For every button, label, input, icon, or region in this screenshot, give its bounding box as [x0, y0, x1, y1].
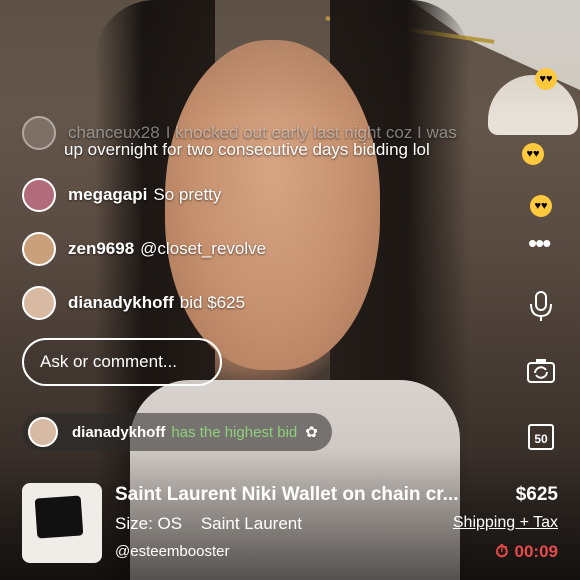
microphone-icon[interactable] [528, 290, 554, 327]
quick-bid-amount: 50 [534, 432, 548, 446]
comment-text: up overnight for two consecutive days bi… [64, 140, 430, 159]
avatar [22, 116, 56, 150]
comment-user: zen9698 [68, 239, 135, 258]
comment-user: megagapi [68, 185, 148, 204]
product-price: $625 [515, 484, 558, 505]
product-brand: Saint Laurent [200, 514, 302, 533]
countdown-timer: ⏱ 00:09 [495, 542, 558, 562]
avatar [22, 232, 56, 266]
countdown-value: 00:09 [514, 542, 558, 561]
more-options-icon[interactable]: ••• [528, 228, 551, 259]
live-stream-view: chanceux28 I knocked out early last nigh… [0, 0, 580, 580]
heart-eyes-emoji-icon: ♥♥ [535, 68, 557, 90]
heart-eyes-emoji-icon: ♥♥ [530, 195, 552, 217]
highest-bid-banner: dianadykhoff has the highest bid ✿ [22, 413, 332, 451]
comment-text: So pretty [153, 185, 222, 204]
comment-row: dianadykhoff bid $625 [22, 286, 245, 320]
avatar [28, 417, 58, 447]
seller-handle[interactable]: @esteembooster [115, 543, 229, 560]
product-size: Size: OS [115, 514, 183, 533]
avatar [22, 178, 56, 212]
top-gradient [0, 0, 580, 120]
quick-bid-button[interactable]: 50 [528, 424, 554, 450]
comment-user: dianadykhoff [68, 293, 174, 312]
product-title[interactable]: Saint Laurent Niki Wallet on chain cr... [115, 484, 458, 506]
heart-eyes-emoji-icon: ♥♥ [522, 143, 544, 165]
comment-continuation: up overnight for two consecutive days bi… [64, 140, 430, 160]
product-size-brand: Size: OS Saint Laurent [115, 514, 302, 534]
shipping-link[interactable]: Shipping + Tax [453, 514, 558, 532]
flip-camera-icon[interactable] [526, 358, 556, 389]
comment-input[interactable]: Ask or comment... [22, 338, 222, 386]
comment-text: @closet_revolve [140, 239, 267, 258]
comment-text: bid $625 [179, 293, 246, 312]
bid-emoji-icon: ✿ [305, 424, 318, 441]
avatar [22, 286, 56, 320]
highest-bid-user: dianadykhoff [72, 423, 166, 441]
clock-icon: ⏱ [495, 542, 509, 561]
comment-row: zen9698 @closet_revolve [22, 232, 266, 266]
product-thumbnail[interactable] [22, 483, 102, 563]
wallet-image [34, 495, 84, 539]
highest-bid-text: has the highest bid [171, 423, 298, 441]
comment-row: megagapi So pretty [22, 178, 221, 212]
